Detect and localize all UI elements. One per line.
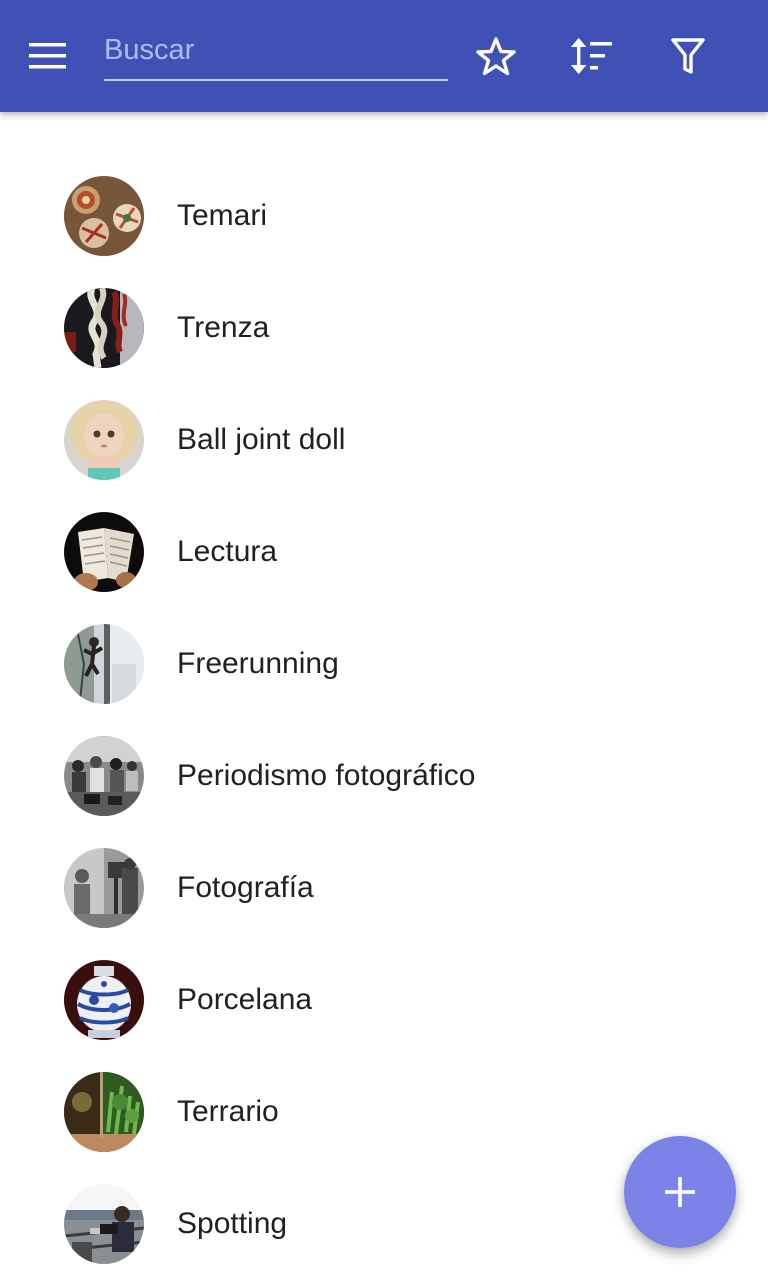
list-item-label: Temari <box>177 199 268 232</box>
list-item[interactable]: Freerunning <box>0 608 768 720</box>
search-input[interactable] <box>104 22 448 78</box>
list-item-label: Periodismo fotográfico <box>177 759 476 792</box>
favorites-button[interactable] <box>472 32 520 80</box>
menu-button[interactable] <box>24 32 72 80</box>
add-button[interactable] <box>624 1136 736 1248</box>
list-item-label: Lectura <box>177 535 278 568</box>
menu-icon <box>29 43 66 69</box>
list-item-label: Fotografía <box>177 871 314 904</box>
list-item-label: Porcelana <box>177 983 313 1016</box>
list-item[interactable]: Periodismo fotográfico <box>0 720 768 832</box>
list-item[interactable]: Ball joint doll <box>0 384 768 496</box>
sort-icon <box>571 38 612 74</box>
sort-button[interactable] <box>567 32 615 80</box>
app-toolbar <box>0 0 768 112</box>
filter-icon <box>671 38 705 74</box>
terrarium-avatar <box>64 1072 144 1152</box>
search-underline <box>104 79 448 81</box>
freerunning-avatar <box>64 624 144 704</box>
search-box <box>104 22 448 82</box>
list-item-label: Trenza <box>177 311 270 344</box>
photography-avatar <box>64 848 144 928</box>
list-item-label: Freerunning <box>177 647 339 680</box>
list-item-label: Terrario <box>177 1095 279 1128</box>
porcelain-avatar <box>64 960 144 1040</box>
list-item[interactable]: Fotografía <box>0 832 768 944</box>
list-item[interactable]: Porcelana <box>0 944 768 1056</box>
braid-avatar <box>64 288 144 368</box>
temari-avatar <box>64 176 144 256</box>
doll-avatar <box>64 400 144 480</box>
list-item[interactable]: Lectura <box>0 496 768 608</box>
hobby-list: Temari Trenza Ball joint doll Lectura Fr… <box>0 160 768 1280</box>
list-item-label: Spotting <box>177 1207 288 1240</box>
book-avatar <box>64 512 144 592</box>
list-item-label: Ball joint doll <box>177 423 346 456</box>
spotting-avatar <box>64 1184 144 1264</box>
filter-button[interactable] <box>664 32 712 80</box>
photojournalism-avatar <box>64 736 144 816</box>
star-outline-icon <box>476 37 516 76</box>
plus-icon <box>665 1177 695 1207</box>
list-item[interactable]: Trenza <box>0 272 768 384</box>
list-item[interactable]: Temari <box>0 160 768 272</box>
